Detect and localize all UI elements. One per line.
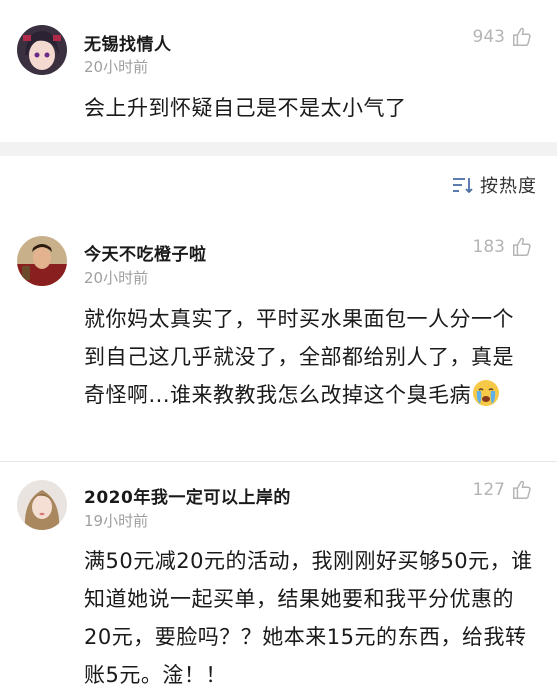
timestamp: 20小时前 [84, 269, 149, 287]
thumbs-up-icon [511, 26, 533, 48]
comment-item: 2020年我一定可以上岸的 19小时前 127 满50元减20元的活动，我刚刚好… [0, 462, 557, 692]
username[interactable]: 2020年我一定可以上岸的 [84, 483, 291, 508]
like-button[interactable]: 127 [473, 479, 533, 501]
section-divider [0, 142, 557, 156]
comment-text-content: 就你妈太真实了，平时买水果面包一人分一个到自己这几乎就没了，全部都给别人了，真是… [84, 307, 514, 407]
comment-item: 今天不吃橙子啦 20小时前 183 就你妈太真实了，平时买水果面包一人分一个到自… [0, 220, 557, 460]
comment-item: 无锡找情人 20小时前 943 会上升到怀疑自己是不是太小气了 [0, 0, 557, 142]
like-count: 127 [472, 480, 505, 500]
timestamp: 20小时前 [84, 58, 149, 76]
sort-by-hot-button[interactable]: 按热度 [452, 172, 537, 198]
comment-text: 就你妈太真实了，平时买水果面包一人分一个到自己这几乎就没了，全部都给别人了，真是… [84, 300, 534, 414]
crying-face-icon [473, 380, 500, 406]
comment-text: 会上升到怀疑自己是不是太小气了 [84, 96, 407, 120]
avatar[interactable] [17, 480, 67, 530]
timestamp: 19小时前 [84, 512, 149, 530]
avatar[interactable] [17, 236, 67, 286]
like-button[interactable]: 183 [473, 236, 533, 258]
like-count: 183 [472, 237, 505, 257]
thumbs-up-icon [511, 479, 533, 501]
avatar[interactable] [17, 25, 67, 75]
username[interactable]: 无锡找情人 [84, 30, 172, 55]
like-button[interactable]: 943 [473, 26, 533, 48]
sort-icon [452, 176, 474, 194]
sort-label: 按热度 [480, 176, 537, 197]
like-count: 943 [472, 27, 505, 47]
comment-text: 满50元减20元的活动，我刚刚好买够50元，谁知道她说一起买单，结果她要和我平分… [84, 549, 533, 687]
username[interactable]: 今天不吃橙子啦 [84, 240, 207, 265]
thumbs-up-icon [511, 236, 533, 258]
